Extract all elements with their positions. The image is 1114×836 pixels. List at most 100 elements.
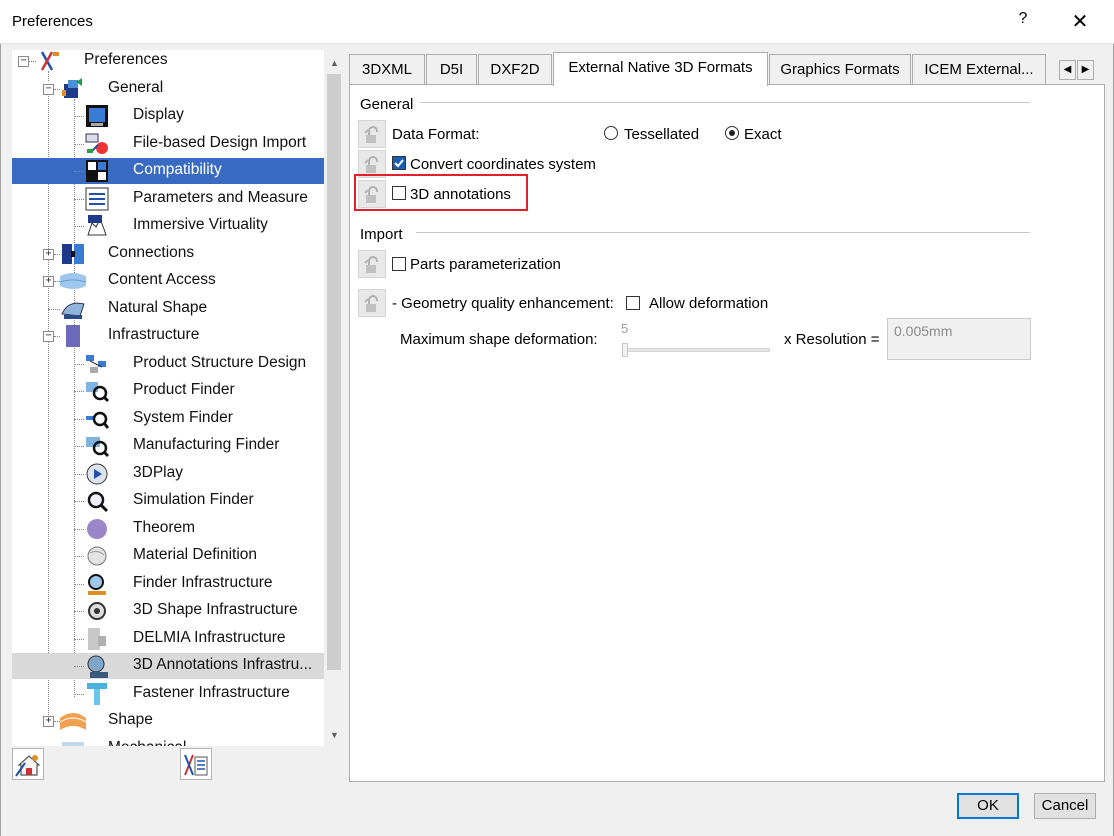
tree-item-finder-infrastructure[interactable]: Finder Infrastructure bbox=[12, 571, 324, 597]
tree-item-infrastructure[interactable]: − Infrastructure bbox=[12, 323, 324, 349]
tree-item-mechanical[interactable]: Mechanical bbox=[12, 736, 324, 746]
tree-connector bbox=[74, 666, 84, 667]
tree-item-3d-shape-infrastructure[interactable]: 3D Shape Infrastructure bbox=[12, 598, 324, 624]
theorem-icon bbox=[84, 516, 110, 542]
tree-item-compatibility[interactable]: Compatibility bbox=[12, 158, 324, 184]
parts-param-label[interactable]: Parts parameterization bbox=[410, 256, 561, 273]
tree-item-preferences[interactable]: − Preferences bbox=[12, 50, 324, 74]
tree-item-label: Display bbox=[133, 106, 184, 123]
resolution-field: 0.005mm bbox=[887, 318, 1031, 360]
expand-icon[interactable]: + bbox=[43, 716, 54, 727]
lock-data-format-icon[interactable] bbox=[358, 120, 386, 148]
collapse-icon[interactable]: − bbox=[18, 56, 29, 67]
scroll-up-icon[interactable]: ▲ bbox=[330, 58, 339, 68]
geometry-quality-label: - Geometry quality enhancement: bbox=[392, 295, 614, 312]
general-icon bbox=[60, 76, 86, 102]
tree-item-simulation-finder[interactable]: Simulation Finder bbox=[12, 488, 324, 514]
tree-item-system-finder[interactable]: System Finder bbox=[12, 406, 324, 432]
window-border-left bbox=[0, 0, 1, 836]
tab-scroll-right-icon[interactable]: ▶ bbox=[1077, 60, 1094, 80]
tree-item-3d-annotations-infrastru[interactable]: 3D Annotations Infrastru... bbox=[12, 653, 324, 679]
lock-geometry-quality-icon[interactable] bbox=[358, 289, 386, 317]
tree-item-content-access[interactable]: + Content Access bbox=[12, 268, 324, 294]
tree-item-theorem[interactable]: Theorem bbox=[12, 516, 324, 542]
group-divider bbox=[416, 232, 1030, 233]
window-title: Preferences bbox=[12, 13, 93, 30]
tree-item-display[interactable]: Display bbox=[12, 103, 324, 129]
parts-param-checkbox[interactable] bbox=[392, 257, 406, 271]
tree-item-label: Fastener Infrastructure bbox=[133, 684, 290, 701]
sysfinder-icon bbox=[84, 406, 110, 432]
tab-d5i[interactable]: D5I bbox=[426, 54, 477, 85]
tree-item-fastener-infrastructure[interactable]: Fastener Infrastructure bbox=[12, 681, 324, 707]
psd-icon bbox=[84, 351, 110, 377]
tree-connector bbox=[74, 116, 84, 117]
help-button[interactable]: ? bbox=[1013, 10, 1033, 32]
display-icon bbox=[84, 103, 110, 129]
scroll-thumb[interactable] bbox=[327, 74, 341, 670]
export-settings-icon[interactable] bbox=[180, 748, 212, 780]
tessellated-label[interactable]: Tessellated bbox=[624, 126, 699, 143]
tree-item-connections[interactable]: + Connections bbox=[12, 241, 324, 267]
tessellated-radio[interactable] bbox=[604, 126, 618, 140]
convert-coords-checkbox[interactable] bbox=[392, 156, 406, 170]
tree-item-label: Compatibility bbox=[133, 161, 222, 178]
tree-item-product-finder[interactable]: Product Finder bbox=[12, 378, 324, 404]
annot-icon bbox=[84, 653, 110, 679]
tree-item-label: Manufacturing Finder bbox=[133, 436, 280, 453]
tree-connector bbox=[48, 309, 60, 310]
exact-radio[interactable] bbox=[725, 126, 739, 140]
slider-value: 5 bbox=[621, 321, 629, 336]
reset-preferences-icon[interactable] bbox=[12, 748, 44, 780]
close-button[interactable]: ✕ bbox=[1066, 8, 1094, 36]
expand-icon[interactable]: + bbox=[43, 249, 54, 260]
tree-connector bbox=[74, 446, 84, 447]
allow-deformation-checkbox[interactable] bbox=[626, 296, 640, 310]
tab-3dxml[interactable]: 3DXML bbox=[349, 54, 425, 85]
tree-item-product-structure-design[interactable]: Product Structure Design bbox=[12, 351, 324, 377]
preferences-tree[interactable]: − Preferences − General Display File-based De… bbox=[12, 50, 324, 746]
allow-deformation-label[interactable]: Allow deformation bbox=[649, 295, 768, 312]
tree-item-label: General bbox=[108, 79, 164, 96]
tree-item-label: 3D Shape Infrastructure bbox=[133, 601, 298, 618]
tree-item-delmia-infrastructure[interactable]: DELMIA Infrastructure bbox=[12, 626, 324, 652]
data-format-label: Data Format: bbox=[392, 126, 480, 143]
collapse-icon[interactable]: − bbox=[43, 331, 54, 342]
cancel-button[interactable]: Cancel bbox=[1034, 793, 1096, 819]
tab-graphics-formats[interactable]: Graphics Formats bbox=[769, 54, 911, 85]
tree-connector bbox=[74, 199, 84, 200]
convert-coords-label[interactable]: Convert coordinates system bbox=[410, 156, 596, 173]
deformation-slider-thumb[interactable] bbox=[622, 343, 628, 357]
tree-scrollbar[interactable]: ▲ ▼ bbox=[325, 50, 343, 746]
tree-item-parameters-and-measure[interactable]: Parameters and Measure bbox=[12, 186, 324, 212]
tree-connector bbox=[74, 584, 84, 585]
ok-button[interactable]: OK bbox=[957, 793, 1019, 819]
tab-scroll-left-icon[interactable]: ◀ bbox=[1059, 60, 1076, 80]
tree-item-shape[interactable]: + Shape bbox=[12, 708, 324, 734]
fastener-icon bbox=[84, 681, 110, 707]
tree-item-label: System Finder bbox=[133, 409, 233, 426]
tree-connector bbox=[74, 611, 84, 612]
tree-item-material-definition[interactable]: Material Definition bbox=[12, 543, 324, 569]
exact-label[interactable]: Exact bbox=[744, 126, 782, 143]
shapeinfra-icon bbox=[84, 598, 110, 624]
group-divider bbox=[420, 102, 1030, 103]
tab-external-native-3d-formats[interactable]: External Native 3D Formats bbox=[553, 52, 768, 86]
tree-item-file-based-design-import[interactable]: File-based Design Import bbox=[12, 131, 324, 157]
collapse-icon[interactable]: − bbox=[43, 84, 54, 95]
lock-parts-param-icon[interactable] bbox=[358, 250, 386, 278]
tree-item-immersive-virtuality[interactable]: Immersive Virtuality bbox=[12, 213, 324, 239]
deformation-slider-track[interactable] bbox=[624, 348, 770, 352]
tree-item-natural-shape[interactable]: Natural Shape bbox=[12, 296, 324, 322]
scroll-down-icon[interactable]: ▼ bbox=[330, 730, 339, 740]
tree-item-3dplay[interactable]: 3DPlay bbox=[12, 461, 324, 487]
tree-item-manufacturing-finder[interactable]: Manufacturing Finder bbox=[12, 433, 324, 459]
tree-connector bbox=[74, 144, 84, 145]
tree-item-general[interactable]: − General bbox=[12, 76, 324, 102]
expand-icon[interactable]: + bbox=[43, 276, 54, 287]
finder-icon bbox=[84, 378, 110, 404]
tab-icem-external[interactable]: ICEM External... bbox=[912, 54, 1046, 85]
tree-item-label: File-based Design Import bbox=[133, 134, 307, 151]
tab-dxf2d[interactable]: DXF2D bbox=[478, 54, 552, 85]
tree-connector bbox=[74, 639, 84, 640]
